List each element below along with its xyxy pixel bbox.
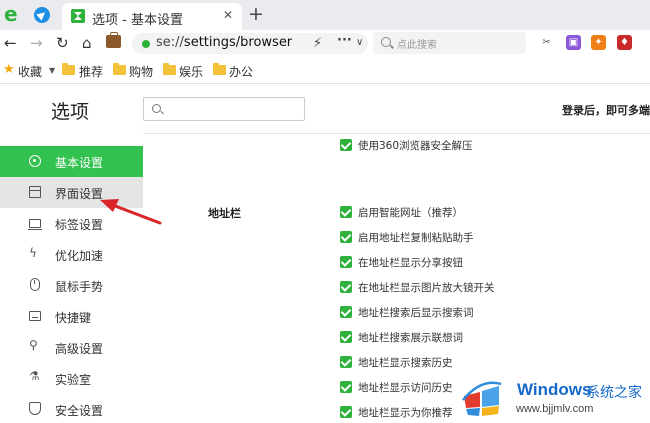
checkbox[interactable] (340, 331, 352, 343)
settings-search-input[interactable] (143, 97, 305, 121)
option-label: 在地址栏显示图片放大镜开关 (358, 282, 495, 294)
checkbox[interactable] (340, 281, 352, 293)
chevron-down-icon[interactable]: ∨ (356, 37, 363, 48)
flask-icon: ⚗ (29, 369, 40, 383)
caret-down-icon[interactable]: ▼ (49, 66, 55, 75)
keyboard-icon (29, 311, 41, 321)
tab-strip: e 选项 - 基本设置 ✕ + (0, 0, 650, 30)
sidebar-item-label: 标签设置 (55, 218, 104, 232)
bookmark-folder-recommend[interactable]: 推荐 (79, 63, 103, 80)
forward-button[interactable]: → (30, 34, 43, 52)
sidebar-item-tab-settings[interactable]: 标签设置 (0, 208, 143, 239)
wrench-icon: ⚲ (29, 338, 38, 352)
folder-icon (62, 63, 75, 75)
folder-icon (213, 63, 226, 75)
watermark-brand: Windows (517, 380, 592, 399)
url-scheme: se:// (156, 35, 184, 50)
search-box[interactable]: 点此搜索 (373, 32, 526, 54)
sidebar-item-shortcuts[interactable]: 快捷键 (0, 301, 143, 332)
option-label: 启用智能网址（推荐） (358, 207, 463, 219)
red-ext-icon[interactable]: ♦ (617, 35, 632, 50)
browser-logo-icon[interactable]: e (4, 4, 24, 24)
folder-icon (113, 63, 126, 75)
settings-icon (29, 155, 41, 167)
section-label-address-bar: 地址栏 (208, 207, 241, 220)
window-icon (29, 186, 41, 198)
bookmark-folder-shopping[interactable]: 购物 (129, 63, 153, 80)
scissors-icon[interactable]: ✂ (539, 35, 554, 50)
settings-tab-favicon-icon (71, 9, 85, 23)
sidebar-item-label: 快捷键 (55, 311, 92, 325)
option-label: 地址栏显示为你推荐 (358, 407, 453, 419)
flash-icon[interactable]: ⚡ (313, 36, 322, 51)
sidebar-item-label: 基本设置 (55, 156, 104, 170)
sidebar-item-label: 鼠标手势 (55, 280, 104, 294)
sidebar-item-advanced-settings[interactable]: ⚲ 高级设置 (0, 332, 143, 363)
sidebar-item-interface-settings[interactable]: 界面设置 (0, 177, 143, 208)
bookmark-folder-entertainment[interactable]: 娱乐 (179, 63, 203, 80)
bookmarks-bar: ★ 收藏 ▼ 推荐 购物 娱乐 办公 (0, 58, 650, 84)
checkbox[interactable] (340, 306, 352, 318)
sidebar-item-label: 安全设置 (55, 404, 104, 418)
pinned-tab-telegram-icon[interactable] (34, 7, 50, 23)
sidebar-item-label: 优化加速 (55, 249, 104, 263)
star-icon: ★ (3, 62, 15, 77)
sidebar-item-optimization[interactable]: ϟ 优化加速 (0, 239, 143, 270)
option-label: 在地址栏显示分享按钮 (358, 257, 463, 269)
url-text: se://settings/browser (156, 35, 292, 50)
login-hint[interactable]: 登录后，即可多端 (562, 102, 650, 118)
checkbox[interactable] (340, 206, 352, 218)
checkbox[interactable] (340, 356, 352, 368)
home-button[interactable]: ⌂ (82, 34, 92, 52)
address-bar[interactable]: se://settings/browser (132, 33, 368, 54)
shield-icon (29, 402, 41, 415)
checkbox[interactable] (340, 139, 352, 151)
watermark-subtitle: 系统之家 (586, 384, 642, 400)
watermark-url: www.bjjmlv.com (516, 403, 594, 415)
divider (143, 133, 650, 134)
option-label: 地址栏搜索后显示搜索词 (358, 307, 474, 319)
page-title: 选项 (51, 101, 90, 123)
sidebar-item-lab[interactable]: ⚗ 实验室 (0, 363, 143, 394)
option-label: 地址栏显示访问历史 (358, 382, 453, 394)
checkbox[interactable] (340, 406, 352, 418)
game-ext-icon[interactable]: ✦ (591, 35, 606, 50)
windows-logo-icon (462, 381, 502, 416)
reload-button[interactable]: ↻ (56, 34, 69, 52)
sidebar-item-security-settings[interactable]: 安全设置 (0, 394, 143, 423)
option-label: 地址栏搜索展示联想词 (358, 332, 463, 344)
checkbox[interactable] (340, 381, 352, 393)
back-button[interactable]: ← (4, 34, 17, 52)
secure-site-icon[interactable] (142, 40, 150, 48)
sidebar-item-label: 界面设置 (55, 187, 104, 201)
checkbox[interactable] (340, 256, 352, 268)
sidebar-item-label: 高级设置 (55, 342, 104, 356)
more-options-icon[interactable]: ··· (337, 33, 352, 48)
folder-icon (163, 63, 176, 75)
option-label: 使用360浏览器安全解压 (358, 140, 473, 152)
option-label: 地址栏显示搜索历史 (358, 357, 453, 369)
option-label: 启用地址栏复制粘贴助手 (358, 232, 474, 244)
checkbox[interactable] (340, 231, 352, 243)
purple-ext-icon[interactable]: ▣ (566, 35, 581, 50)
search-placeholder: 点此搜索 (397, 40, 437, 51)
tab-close-icon[interactable]: ✕ (223, 8, 233, 22)
sidebar-item-mouse-gestures[interactable]: 鼠标手势 (0, 270, 143, 301)
bolt-icon: ϟ (29, 246, 37, 260)
search-icon (381, 37, 391, 47)
bookmark-folder-office[interactable]: 办公 (229, 63, 253, 80)
tab-title: 选项 - 基本设置 (92, 13, 183, 28)
sidebar-item-basic-settings[interactable]: 基本设置 (0, 146, 143, 177)
url-path: settings/browser (183, 35, 293, 50)
bookmark-favorites[interactable]: 收藏 (18, 63, 42, 80)
briefcase-icon[interactable] (106, 32, 121, 48)
new-tab-button[interactable]: + (248, 3, 264, 25)
tab-icon (28, 219, 42, 231)
sidebar-item-label: 实验室 (55, 373, 92, 387)
search-icon (152, 104, 161, 113)
active-tab[interactable]: 选项 - 基本设置 ✕ (62, 3, 242, 30)
settings-sidebar: 基本设置 界面设置 标签设置 ϟ 优化加速 鼠标手势 快捷键 ⚲ 高级设置 ⚗ … (0, 146, 143, 423)
mouse-icon (30, 278, 40, 291)
